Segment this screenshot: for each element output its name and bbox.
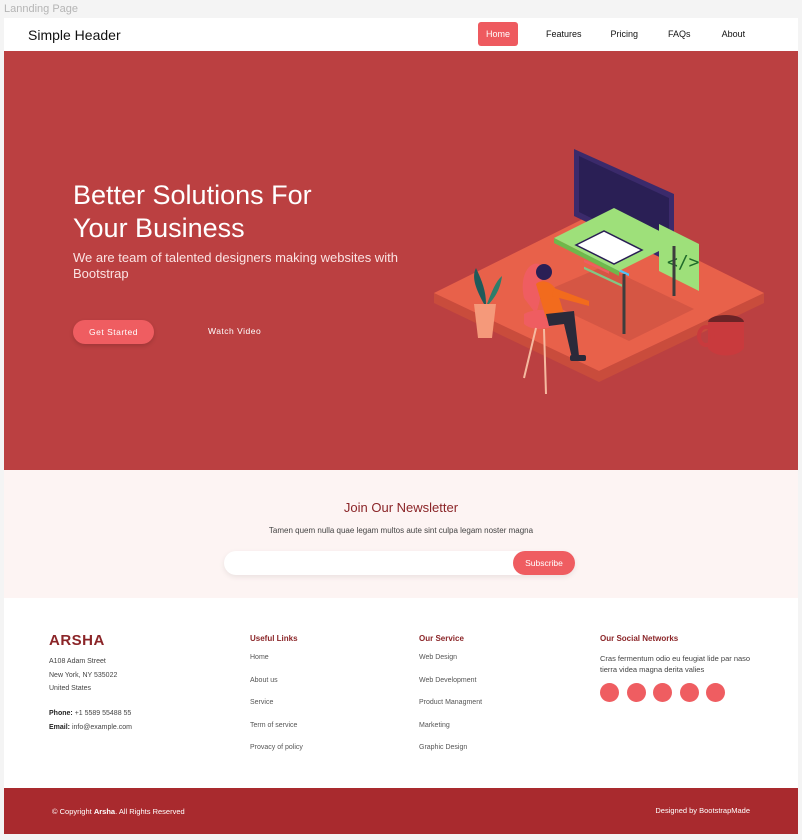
copyright-prefix: © Copyright xyxy=(52,807,92,816)
hero-section: Better Solutions For Your Business We ar… xyxy=(4,51,798,470)
address-line: United States xyxy=(49,685,92,692)
site-header: Simple Header Home Features Pricing FAQs… xyxy=(4,18,798,51)
subscribe-button[interactable]: Subscribe xyxy=(513,551,575,575)
hero-title: Better Solutions For Your Business xyxy=(73,180,312,243)
nav-features[interactable]: Features xyxy=(538,22,590,46)
newsletter-section: Join Our Newsletter Tamen quem nulla qua… xyxy=(4,470,798,598)
our-service-title: Our Service xyxy=(419,634,464,643)
get-started-button[interactable]: Get Started xyxy=(73,320,154,344)
footer-email: Email: info@example.com xyxy=(49,721,132,735)
phone-label: Phone: xyxy=(49,710,73,717)
plant-pot xyxy=(474,304,496,338)
nav-pricing[interactable]: Pricing xyxy=(603,22,647,46)
service-link[interactable]: Marketing xyxy=(419,722,482,745)
code-icon: </> xyxy=(667,252,700,273)
footer-contact: Phone: +1 5589 55488 55 Email: info@exam… xyxy=(49,707,132,734)
service-link[interactable]: Product Managment xyxy=(419,699,482,722)
person-shoe xyxy=(570,355,586,361)
newsletter-description: Tamen quem nulla quae legam multos aute … xyxy=(268,526,534,535)
copyright-text: © Copyright Arsha. All Rights Reserved xyxy=(52,807,185,816)
footer-link-privacy[interactable]: Provacy of policy xyxy=(250,744,303,767)
designer-credit[interactable]: Designed by BootstrapMade xyxy=(655,806,750,815)
address-line: New York, NY 535022 xyxy=(49,671,118,679)
person-head xyxy=(536,264,552,280)
nav-home[interactable]: Home xyxy=(478,22,518,46)
our-service-list: Web Design Web Development Product Manag… xyxy=(419,654,482,767)
newsletter-title: Join Our Newsletter xyxy=(343,500,459,515)
footer-link-about[interactable]: About us xyxy=(250,677,303,700)
copyright-brand: Arsha xyxy=(93,807,116,816)
brand-name[interactable]: Simple Header xyxy=(28,27,121,43)
skype-icon[interactable] xyxy=(679,683,699,702)
address-line: A108 Adam Street xyxy=(49,658,106,665)
hero-subtitle: We are team of talented designers making… xyxy=(73,250,398,281)
phone-value: +1 5589 55488 55 xyxy=(74,710,132,717)
footer-link-service[interactable]: Service xyxy=(250,699,303,722)
social-networks-title: Our Social Networks xyxy=(600,634,679,643)
site-footer: ARSHA A108 Adam Street New York, NY 5350… xyxy=(4,598,798,788)
social-networks-text: Cras fermentum odio eu feugiat lide par … xyxy=(600,654,751,674)
footer-phone: Phone: +1 5589 55488 55 xyxy=(49,707,132,721)
nav-faqs[interactable]: FAQs xyxy=(660,22,699,46)
footer-logo[interactable]: ARSHA xyxy=(49,632,105,649)
copyright-suffix: . All Rights Reserved xyxy=(115,807,185,816)
service-link[interactable]: Web Development xyxy=(419,677,482,700)
main-nav: Home Features Pricing FAQs About xyxy=(478,22,753,46)
linkedin-icon[interactable] xyxy=(706,683,725,702)
copyright-bar: © Copyright Arsha. All Rights Reserved D… xyxy=(4,788,798,834)
facebook-icon[interactable] xyxy=(626,683,646,702)
nav-about[interactable]: About xyxy=(714,22,754,46)
footer-address: A108 Adam Street New York, NY 535022 Uni… xyxy=(49,655,117,696)
newsletter-email-input[interactable] xyxy=(234,551,504,575)
newsletter-form: Subscribe xyxy=(224,551,575,575)
service-link[interactable]: Graphic Design xyxy=(419,744,482,767)
watch-video-button[interactable]: Watch Video xyxy=(208,326,261,336)
useful-links-title: Useful Links xyxy=(250,634,298,643)
social-icons xyxy=(600,683,733,702)
email-label: Email: xyxy=(49,723,71,731)
email-value[interactable]: info@example.com xyxy=(72,724,132,731)
hero-illustration: </> xyxy=(434,149,764,395)
twitter-icon[interactable] xyxy=(600,683,619,702)
footer-link-home[interactable]: Home xyxy=(250,654,303,677)
frame-label: Lannding Page xyxy=(4,3,79,15)
footer-link-terms[interactable]: Term of service xyxy=(250,722,303,745)
instagram-icon[interactable] xyxy=(653,683,672,702)
useful-links-list: Home About us Service Term of service Pr… xyxy=(250,654,303,767)
service-link[interactable]: Web Design xyxy=(419,654,482,677)
